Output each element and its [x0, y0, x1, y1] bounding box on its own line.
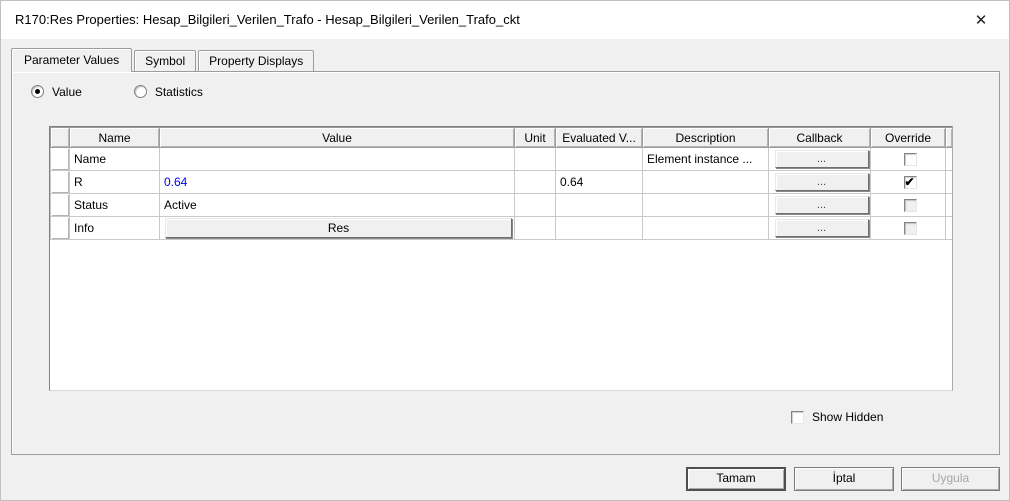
- override-checkbox: [904, 199, 917, 212]
- show-hidden-option[interactable]: Show Hidden: [791, 410, 883, 424]
- callback-cell: ...: [769, 217, 871, 240]
- row-selector[interactable]: [51, 148, 70, 171]
- close-button[interactable]: ✕: [959, 1, 1003, 39]
- override-cell: [871, 217, 946, 240]
- override-checkbox: [904, 222, 917, 235]
- evaluated-cell: [556, 148, 643, 171]
- evaluated-cell: [556, 194, 643, 217]
- col-header-callback[interactable]: Callback: [769, 128, 871, 148]
- tab-strip: Parameter Values Symbol Property Display…: [11, 48, 316, 72]
- parameter-values-panel: Value Statistics Name Value Unit: [11, 71, 1000, 455]
- radio-label: Value: [52, 84, 82, 99]
- callback-button[interactable]: ...: [775, 196, 869, 214]
- col-header-description[interactable]: Description: [643, 128, 769, 148]
- row-selector[interactable]: [51, 217, 70, 240]
- show-hidden-checkbox[interactable]: [791, 411, 804, 424]
- col-header-name[interactable]: Name: [70, 128, 160, 148]
- table-row-name: Name Element instance ... ...: [51, 148, 953, 171]
- callback-cell: ...: [769, 171, 871, 194]
- override-checkbox[interactable]: [904, 153, 917, 166]
- radio-statistics[interactable]: Statistics: [134, 83, 203, 99]
- row-selector[interactable]: [51, 194, 70, 217]
- override-cell: [871, 194, 946, 217]
- description-cell: [643, 217, 769, 240]
- description-cell: [643, 171, 769, 194]
- unit-cell: [515, 148, 556, 171]
- col-header-evaluated[interactable]: Evaluated V...: [556, 128, 643, 148]
- evaluated-cell: 0.64: [556, 171, 643, 194]
- tab-property-displays[interactable]: Property Displays: [198, 50, 314, 71]
- name-cell[interactable]: R: [70, 171, 160, 194]
- parameter-table: Name Value Unit Evaluated V... Descripti…: [50, 127, 953, 240]
- filler-cell: [946, 148, 953, 171]
- radio-icon: [134, 85, 147, 98]
- override-cell: [871, 148, 946, 171]
- tab-symbol[interactable]: Symbol: [134, 50, 196, 71]
- radio-icon: [31, 85, 44, 98]
- radio-label: Statistics: [155, 84, 203, 99]
- unit-cell: [515, 217, 556, 240]
- close-icon: ✕: [975, 11, 988, 29]
- filler-cell: [946, 217, 953, 240]
- value-mode-group: Value Statistics: [31, 83, 231, 99]
- tab-label: Property Displays: [209, 54, 303, 68]
- description-cell: [643, 194, 769, 217]
- corner-header-cell: [51, 128, 70, 148]
- value-cell[interactable]: [160, 148, 515, 171]
- name-cell[interactable]: Name: [70, 148, 160, 171]
- table-header-row: Name Value Unit Evaluated V... Descripti…: [51, 128, 953, 148]
- description-cell: Element instance ...: [643, 148, 769, 171]
- filler-cell: [946, 194, 953, 217]
- value-cell[interactable]: 0.64: [160, 171, 515, 194]
- override-checkbox[interactable]: [904, 176, 917, 189]
- table-row-status: Status Active ...: [51, 194, 953, 217]
- evaluated-cell: [556, 217, 643, 240]
- tab-label: Parameter Values: [24, 53, 119, 67]
- filler-header-cell: [946, 128, 953, 148]
- callback-button[interactable]: ...: [775, 150, 869, 168]
- callback-button[interactable]: ...: [775, 173, 869, 191]
- override-cell: [871, 171, 946, 194]
- parameter-table-container: Name Value Unit Evaluated V... Descripti…: [49, 126, 953, 391]
- col-header-unit[interactable]: Unit: [515, 128, 556, 148]
- value-cell[interactable]: Active: [160, 194, 515, 217]
- unit-cell: [515, 171, 556, 194]
- tamam-ok-button[interactable]: Tamam: [686, 467, 786, 491]
- properties-dialog: R170:Res Properties: Hesap_Bilgileri_Ver…: [0, 0, 1010, 501]
- filler-cell: [946, 171, 953, 194]
- table-row-r: R 0.64 0.64 ...: [51, 171, 953, 194]
- col-header-value[interactable]: Value: [160, 128, 515, 148]
- callback-cell: ...: [769, 148, 871, 171]
- name-cell[interactable]: Info: [70, 217, 160, 240]
- table-row-info: Info Res ...: [51, 217, 953, 240]
- res-info-button[interactable]: Res: [165, 218, 512, 238]
- uygula-apply-button: Uygula: [901, 467, 1000, 491]
- tab-parameter-values[interactable]: Parameter Values: [11, 48, 132, 72]
- iptal-cancel-button[interactable]: İptal: [794, 467, 894, 491]
- row-selector[interactable]: [51, 171, 70, 194]
- tab-label: Symbol: [145, 54, 185, 68]
- callback-button[interactable]: ...: [775, 219, 869, 237]
- name-cell[interactable]: Status: [70, 194, 160, 217]
- unit-cell: [515, 194, 556, 217]
- value-cell: Res: [160, 217, 515, 240]
- titlebar: R170:Res Properties: Hesap_Bilgileri_Ver…: [1, 1, 1009, 39]
- col-header-override[interactable]: Override: [871, 128, 946, 148]
- callback-cell: ...: [769, 194, 871, 217]
- dialog-title: R170:Res Properties: Hesap_Bilgileri_Ver…: [15, 1, 520, 39]
- show-hidden-label: Show Hidden: [812, 410, 883, 424]
- radio-value[interactable]: Value: [31, 83, 82, 99]
